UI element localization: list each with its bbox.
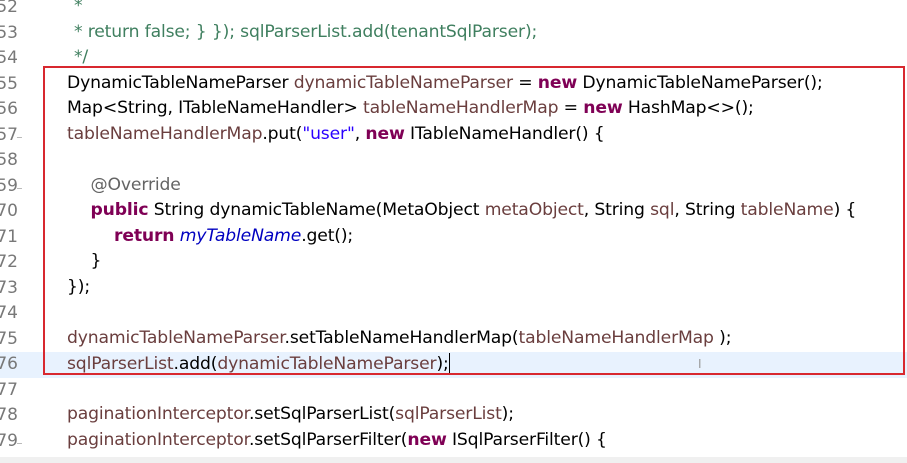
highlight-box <box>43 66 905 375</box>
code-text[interactable]: paginationInterceptor.setSqlParserList(s… <box>67 404 514 424</box>
line-number: 55 <box>0 73 18 94</box>
code-token: ); <box>501 404 514 424</box>
code-text[interactable]: paginationInterceptor.setSqlParserFilter… <box>67 430 607 450</box>
fold-toggle-icon[interactable]: − <box>16 439 23 448</box>
fold-toggle-icon[interactable]: − <box>16 133 23 142</box>
line-number: 77 <box>0 379 18 400</box>
code-token: sqlParserList <box>395 404 502 424</box>
code-token: .setSqlParserFilter( <box>248 429 408 450</box>
line-number: 72 <box>0 252 18 272</box>
code-line[interactable]: 78 paginationInterceptor.setSqlParserList… <box>0 403 907 429</box>
line-number: 73 <box>0 277 18 298</box>
line-number: 52 <box>0 0 18 17</box>
line-number: 54 <box>0 48 18 68</box>
line-number: 76 <box>0 354 18 374</box>
horizontal-scrollbar[interactable] <box>0 457 907 463</box>
code-token: new <box>407 429 447 450</box>
code-line[interactable]: 53 * return false; } }); sqlParserList.a… <box>0 21 907 47</box>
code-line[interactable]: 79− paginationInterceptor.setSqlParserFil… <box>0 429 907 455</box>
line-number: 75 <box>0 328 18 349</box>
code-token: ISqlParserFilter() { <box>446 429 607 450</box>
code-token: * return false; } }); sqlParserList.add(… <box>58 21 538 42</box>
line-number: 78 <box>0 405 18 425</box>
code-text[interactable]: * return false; } }); sqlParserList.add(… <box>58 22 537 42</box>
line-number: 56 <box>0 99 18 119</box>
code-line[interactable]: 77 <box>0 378 907 404</box>
code-token: paginationInterceptor <box>67 404 249 424</box>
code-token: */ <box>58 47 89 67</box>
code-line[interactable]: 52 * <box>0 0 907 21</box>
code-token: .setSqlParserList( <box>248 404 396 424</box>
line-number: 70 <box>0 201 18 221</box>
line-number: 58 <box>0 150 18 170</box>
code-text[interactable]: */ <box>58 47 88 67</box>
code-text[interactable]: * <box>58 0 83 16</box>
code-editor[interactable]: 52 * 53 * return false; } }); sqlParserLi… <box>0 0 907 463</box>
code-token: paginationInterceptor <box>67 429 249 450</box>
line-number: 71 <box>0 226 18 247</box>
text-cursor-icon: I <box>698 357 702 371</box>
line-number: 74 <box>0 303 18 323</box>
line-number: 53 <box>0 22 18 43</box>
code-token: * <box>58 0 83 16</box>
fold-toggle-icon[interactable]: − <box>16 184 23 193</box>
